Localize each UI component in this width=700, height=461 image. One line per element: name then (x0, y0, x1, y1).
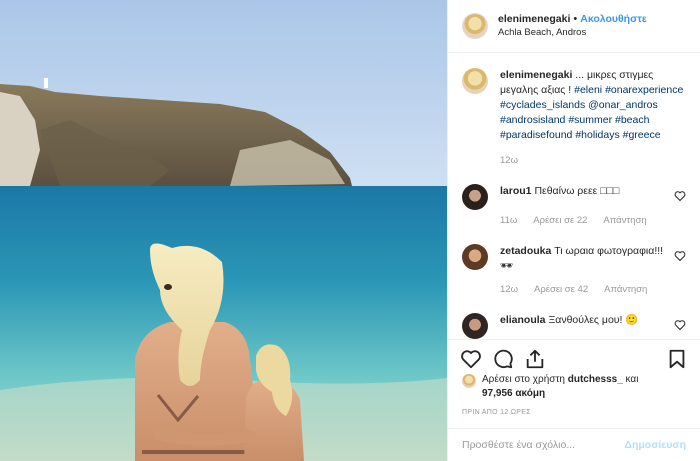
bookmark-icon (669, 349, 685, 368)
comment-body: zetadouka Τι ωραια φωτογραφια!!! 🕶 12ω Α… (500, 244, 686, 297)
comment-likes[interactable]: Αρέσει σε 22 (533, 213, 587, 228)
comment-username[interactable]: zetadouka (500, 245, 551, 257)
comment-age[interactable]: 11ω (500, 213, 517, 228)
comment-likes[interactable]: Αρέσει σε 42 (534, 282, 588, 297)
comment-item: elianoula Ξανθούλες μου! 🙂 (462, 313, 686, 339)
comment-icon (494, 349, 513, 368)
hashtag[interactable]: #cyclades_islands (500, 99, 585, 111)
post-comment-button[interactable]: Δημοσίευση (624, 439, 686, 451)
post-photo[interactable] (0, 0, 447, 461)
hashtag[interactable]: #eleni (574, 84, 602, 96)
share-button[interactable] (524, 348, 546, 370)
like-button[interactable] (460, 348, 482, 370)
reply-button[interactable]: Απάντηση (604, 282, 647, 297)
beach-photo (0, 0, 447, 461)
likes-summary: Αρέσει στο χρήστη dutchesss_ και 97,956 … (462, 373, 690, 401)
location-link[interactable]: Achla Beach, Andros (498, 26, 647, 40)
hashtag[interactable]: #holidays (575, 129, 619, 141)
comment-button[interactable] (492, 348, 514, 370)
hashtag[interactable]: #onarexperience (605, 84, 683, 96)
share-icon (526, 349, 544, 368)
comment-text: Πεθαίνω ρεεε □□□ (534, 185, 620, 197)
hashtag[interactable]: #summer (568, 114, 612, 126)
comment-text: Ξανθούλες μου! 🙂 (548, 314, 639, 326)
commenter-avatar[interactable] (462, 244, 488, 270)
likes-prefix: Αρέσει στο χρήστη (482, 374, 568, 385)
hashtag[interactable]: #paradisefound (500, 129, 572, 141)
author-username[interactable]: elenimenegaki (498, 13, 570, 25)
follow-button[interactable]: Ακολουθήστε (580, 13, 647, 25)
comment-meta: 11ω Αρέσει σε 22 Απάντηση (500, 213, 668, 228)
hashtag[interactable]: #androsisland (500, 114, 565, 126)
save-button[interactable] (666, 348, 688, 370)
caption-age[interactable]: 12ω (500, 153, 518, 168)
comment-username[interactable]: elianoula (500, 314, 546, 326)
reply-button[interactable]: Απάντηση (603, 213, 646, 228)
caption-body: elenimenegaki ... μικρες στιγμες μεγαλης… (500, 68, 686, 168)
caption-meta: 12ω (500, 153, 686, 168)
comment-item: larou1 Πεθαίνω ρεεε □□□ 11ω Αρέσει σε 22… (462, 184, 686, 228)
comment-input[interactable] (462, 439, 625, 451)
liker-username[interactable]: dutchesss_ (568, 374, 623, 385)
commenter-avatar[interactable] (462, 313, 488, 339)
hashtag[interactable]: #greece (623, 129, 661, 141)
post-timestamp[interactable]: ΠΡΙΝ ΑΠΟ 12 ΩΡΕΣ (462, 409, 531, 416)
comment-like-heart-icon[interactable] (674, 190, 686, 202)
comment-like-heart-icon[interactable] (674, 319, 686, 331)
header-text: elenimenegaki • Ακολουθήστε Achla Beach, A… (498, 12, 647, 40)
post-side-panel: elenimenegaki • Ακολουθήστε Achla Beach, A… (447, 0, 700, 461)
mention[interactable]: @onar_andros (588, 99, 658, 111)
caption-avatar[interactable] (462, 68, 488, 94)
likes-text: Αρέσει στο χρήστη dutchesss_ και 97,956 … (482, 373, 638, 401)
comment-age[interactable]: 12ω (500, 282, 518, 297)
likes-middle: και (622, 374, 639, 385)
comment-username[interactable]: larou1 (500, 185, 532, 197)
header-separator: • (573, 13, 578, 25)
likes-count[interactable]: 97,956 ακόμη (482, 388, 545, 399)
comment-item: zetadouka Τι ωραια φωτογραφια!!! 🕶 12ω Α… (462, 244, 686, 297)
caption-username[interactable]: elenimenegaki (500, 69, 572, 81)
author-avatar[interactable] (462, 13, 488, 39)
caption: elenimenegaki ... μικρες στιγμες μεγαλης… (462, 68, 686, 168)
heart-icon (461, 349, 481, 368)
comments-list[interactable]: elenimenegaki ... μικρες στιγμες μεγαλης… (448, 54, 700, 339)
comment-body: elianoula Ξανθούλες μου! 🙂 (500, 313, 686, 339)
hashtag[interactable]: #beach (615, 114, 649, 126)
add-comment-bar: Δημοσίευση (448, 428, 700, 461)
commenter-avatar[interactable] (462, 184, 488, 210)
liker-avatar[interactable] (462, 374, 476, 388)
instagram-post-view: elenimenegaki • Ακολουθήστε Achla Beach, A… (0, 0, 700, 461)
comment-like-heart-icon[interactable] (674, 250, 686, 262)
action-bar (448, 339, 700, 377)
comment-meta: 12ω Αρέσει σε 42 Απάντηση (500, 282, 668, 297)
comment-body: larou1 Πεθαίνω ρεεε □□□ 11ω Αρέσει σε 22… (500, 184, 686, 228)
post-header: elenimenegaki • Ακολουθήστε Achla Beach, A… (448, 0, 700, 53)
